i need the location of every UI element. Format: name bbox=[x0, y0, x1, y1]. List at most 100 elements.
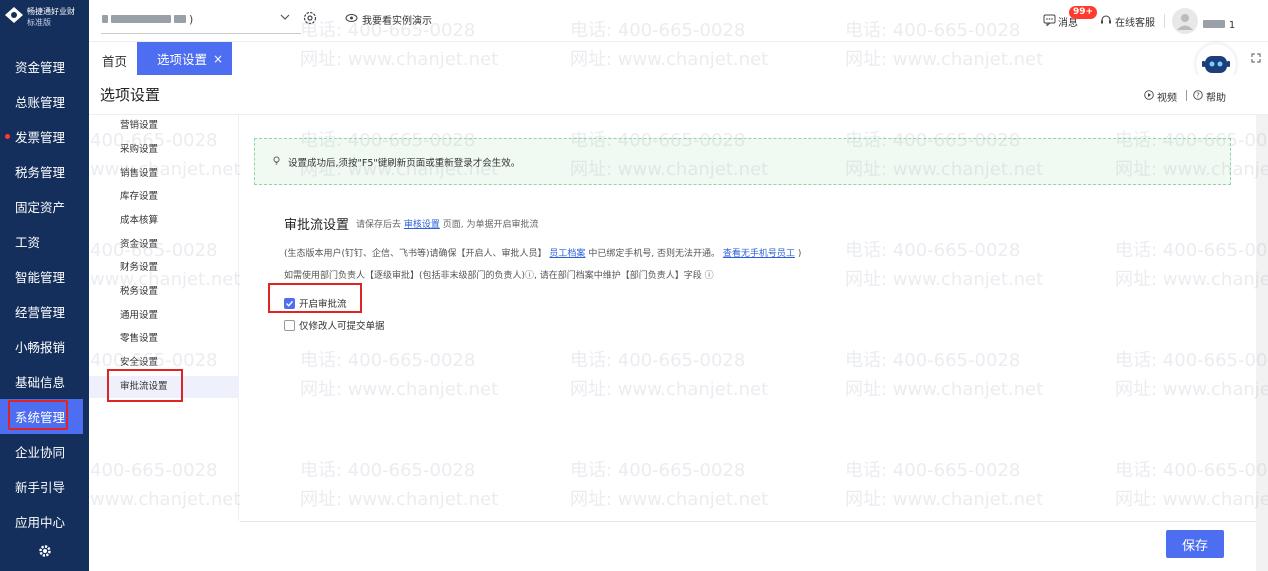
sidebar-item-label: 基础信息 bbox=[15, 375, 66, 390]
sidebar-item-expense[interactable]: 小畅报销 bbox=[0, 329, 89, 364]
message-icon bbox=[1043, 14, 1056, 29]
sidebar-item-ledger[interactable]: 总账管理 bbox=[0, 84, 89, 119]
settings-item-general[interactable]: 通用设置 bbox=[89, 305, 239, 327]
settings-item-tax[interactable]: 税务设置 bbox=[89, 281, 239, 303]
sidebar-item-label: 工资 bbox=[15, 235, 41, 250]
user-suffix: 1 bbox=[1228, 20, 1236, 31]
checkbox-label: 开启审批流 bbox=[299, 299, 347, 310]
app-logo[interactable]: 畅捷通好业财 标准版 bbox=[0, 0, 89, 46]
redacted-text bbox=[1203, 20, 1225, 28]
checkbox-checked-icon bbox=[284, 297, 295, 309]
section-title: 审批流设置 bbox=[284, 218, 350, 233]
tab-options-settings[interactable]: 选项设置 × bbox=[137, 42, 232, 75]
sidebar-item-guide[interactable]: 新手引导 bbox=[0, 469, 89, 504]
sidebar: 畅捷通好业财 标准版 资金管理 总账管理 发票管理 税务管理 固定资产 工资 智… bbox=[0, 0, 89, 571]
settings-item-retail[interactable]: 零售设置 bbox=[89, 328, 239, 350]
help-link[interactable]: ? 帮助 bbox=[1193, 89, 1226, 104]
sidebar-item-fixed-assets[interactable]: 固定资产 bbox=[0, 189, 89, 224]
settings-item-inventory[interactable]: 库存设置 bbox=[89, 186, 239, 208]
employee-file-link[interactable]: 员工档案 bbox=[549, 249, 585, 259]
service-label: 在线客服 bbox=[1115, 18, 1155, 29]
highlight-box bbox=[107, 369, 183, 402]
settings-item-finance[interactable]: 财务设置 bbox=[89, 257, 239, 279]
logo-icon bbox=[4, 6, 24, 24]
gear-icon bbox=[38, 544, 52, 561]
online-service-button[interactable]: 在线客服 bbox=[1100, 14, 1155, 29]
enable-approval-checkbox[interactable]: 开启审批流 bbox=[284, 296, 347, 310]
eco-user-note: (生态版本用户(钉钉、企信、飞书等)请确保【开启人、审批人员】 员工档案 中已绑… bbox=[284, 246, 801, 259]
sidebar-item-label: 应用中心 bbox=[15, 515, 66, 530]
checkbox-unchecked-icon bbox=[284, 319, 295, 331]
company-selector[interactable]: ) bbox=[102, 10, 282, 28]
sidebar-item-payroll[interactable]: 工资 bbox=[0, 224, 89, 259]
sidebar-item-label: 小畅报销 bbox=[15, 340, 66, 355]
tab-bar: 首页 选项设置 × bbox=[89, 42, 1268, 75]
sidebar-item-system[interactable]: 系统管理 bbox=[0, 399, 83, 434]
messages-badge: 99+ bbox=[1069, 6, 1098, 19]
sidebar-item-label: 总账管理 bbox=[15, 95, 66, 110]
sidebar-item-operations[interactable]: 经营管理 bbox=[0, 294, 89, 329]
chevron-down-icon[interactable] bbox=[279, 11, 291, 23]
sidebar-item-funds[interactable]: 资金管理 bbox=[0, 49, 89, 84]
redacted-text bbox=[111, 15, 171, 23]
company-suffix: ) bbox=[189, 12, 194, 26]
sidebar-item-invoice[interactable]: 发票管理 bbox=[0, 119, 89, 154]
notice-banner: 设置成功后,须按"F5"键刷新页面或重新登录才会生效。 bbox=[254, 138, 1231, 185]
hint-text: 请保存后去 bbox=[356, 220, 402, 230]
settings-nav: 营销设置 采购设置 销售设置 库存设置 成本核算 资金设置 财务设置 税务设置 … bbox=[89, 115, 239, 521]
app-name: 畅捷通好业财 bbox=[27, 7, 75, 16]
sidebar-item-tax[interactable]: 税务管理 bbox=[0, 154, 89, 189]
note-text: ) bbox=[797, 249, 802, 259]
video-label: 视频 bbox=[1157, 93, 1177, 104]
sidebar-item-collaboration[interactable]: 企业协同 bbox=[0, 434, 89, 469]
sidebar-item-label: 固定资产 bbox=[15, 200, 66, 215]
audit-settings-link[interactable]: 审核设置 bbox=[404, 220, 440, 230]
redacted-text bbox=[174, 15, 186, 23]
settings-item-approval-flow[interactable]: 审批流设置 bbox=[89, 369, 239, 402]
app-window: 畅捷通好业财 标准版 资金管理 总账管理 发票管理 税务管理 固定资产 工资 智… bbox=[0, 0, 1268, 571]
top-bar: ) 我要看实例演示 消息 99+ 在线客服 1 bbox=[89, 0, 1268, 42]
note-text: (生态版本用户(钉钉、企信、飞书等)请确保【开启人、审批人员】 bbox=[284, 249, 547, 259]
demo-link[interactable]: 我要看实例演示 bbox=[345, 12, 432, 27]
settings-item-sales[interactable]: 销售设置 bbox=[89, 163, 239, 185]
checkbox-label: 仅修改人可提交单据 bbox=[299, 321, 385, 332]
sidebar-item-label: 新手引导 bbox=[15, 480, 66, 495]
no-phone-employees-link[interactable]: 查看无手机号员工 bbox=[723, 249, 795, 259]
tab-label: 选项设置 bbox=[157, 52, 208, 67]
app-edition: 标准版 bbox=[27, 18, 51, 27]
settings-item-funds[interactable]: 资金设置 bbox=[89, 234, 239, 256]
eye-icon bbox=[345, 13, 358, 26]
tab-home[interactable]: 首页 bbox=[102, 51, 127, 70]
dept-head-note: 如需使用部门负责人【逐级审批】(包括非末级部门的负责人)ⓘ, 请在部门档案中维护… bbox=[284, 271, 714, 281]
sidebar-item-label: 智能管理 bbox=[15, 270, 66, 285]
settings-item-marketing[interactable]: 营销设置 bbox=[89, 115, 239, 137]
fullscreen-icon[interactable] bbox=[1251, 52, 1261, 63]
sidebar-item-app-center[interactable]: 应用中心 bbox=[0, 504, 89, 539]
settings-item-purchase[interactable]: 采购设置 bbox=[89, 139, 239, 161]
save-button[interactable]: 保存 bbox=[1166, 530, 1224, 558]
gear-icon[interactable] bbox=[302, 10, 318, 26]
divider bbox=[1186, 90, 1187, 101]
sidebar-item-smart[interactable]: 智能管理 bbox=[0, 259, 89, 294]
video-link[interactable]: 视频 bbox=[1144, 89, 1177, 104]
modifier-submit-checkbox[interactable]: 仅修改人可提交单据 bbox=[284, 318, 385, 332]
redacted-text bbox=[102, 15, 108, 23]
user-name[interactable]: 1 bbox=[1203, 17, 1235, 31]
help-icon: ? bbox=[1193, 90, 1203, 103]
divider bbox=[1164, 14, 1165, 28]
sidebar-item-label: 企业协同 bbox=[15, 445, 66, 460]
demo-label: 我要看实例演示 bbox=[362, 16, 432, 27]
settings-item-costing[interactable]: 成本核算 bbox=[89, 210, 239, 232]
sidebar-item-label: 税务管理 bbox=[15, 165, 66, 180]
scrollbar[interactable] bbox=[1256, 115, 1268, 571]
sidebar-settings-button[interactable] bbox=[0, 538, 89, 566]
sidebar-item-basic-info[interactable]: 基础信息 bbox=[0, 364, 89, 399]
help-label: 帮助 bbox=[1206, 93, 1226, 104]
avatar[interactable] bbox=[1172, 8, 1198, 34]
play-icon bbox=[1144, 90, 1154, 103]
sidebar-item-label: 发票管理 bbox=[15, 130, 66, 145]
sidebar-item-label: 资金管理 bbox=[15, 60, 66, 75]
notification-dot bbox=[5, 134, 10, 139]
close-icon[interactable]: × bbox=[213, 52, 223, 66]
svg-text:?: ? bbox=[1196, 92, 1200, 100]
